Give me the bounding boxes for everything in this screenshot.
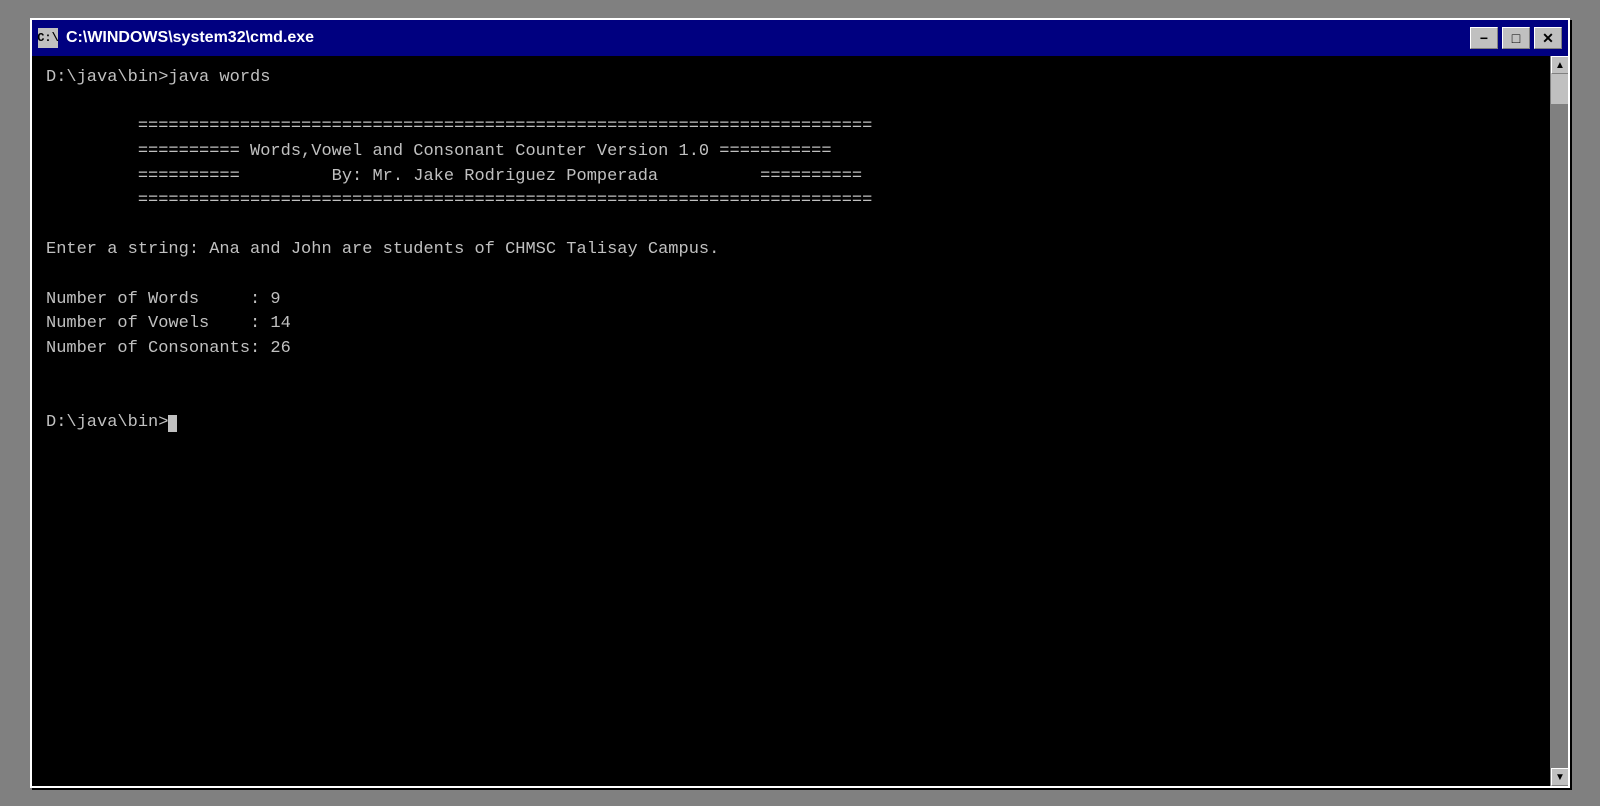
terminal-output[interactable]: D:\java\bin>java words =================… — [32, 56, 1550, 786]
terminal-words-line: Number of Words : 9 — [46, 290, 281, 309]
cmd-window: C:\ C:\WINDOWS\system32\cmd.exe − □ ✕ D:… — [30, 18, 1570, 788]
window-controls: − □ ✕ — [1470, 27, 1562, 49]
maximize-button[interactable]: □ — [1502, 27, 1530, 49]
scroll-down-button[interactable]: ▼ — [1551, 768, 1568, 786]
terminal-consonants-line: Number of Consonants: 26 — [46, 339, 291, 358]
terminal-line-1: D:\java\bin>java words — [46, 68, 270, 87]
scrollbar-thumb[interactable] — [1551, 74, 1568, 104]
title-bar: C:\ C:\WINDOWS\system32\cmd.exe − □ ✕ — [32, 20, 1568, 56]
terminal-prompt-line: D:\java\bin> — [46, 413, 168, 432]
terminal-header-2: ========== Words,Vowel and Consonant Cou… — [46, 142, 832, 161]
title-bar-left: C:\ C:\WINDOWS\system32\cmd.exe — [38, 28, 314, 48]
scrollbar-track[interactable] — [1551, 74, 1568, 768]
terminal-input-line: Enter a string: Ana and John are student… — [46, 240, 719, 259]
terminal-vowels-line: Number of Vowels : 14 — [46, 314, 291, 333]
close-button[interactable]: ✕ — [1534, 27, 1562, 49]
terminal-header-1: ========================================… — [46, 117, 872, 136]
terminal-cursor — [168, 415, 177, 432]
cmd-icon: C:\ — [38, 28, 58, 48]
terminal-header-3: ========== By: Mr. Jake Rodriguez Pomper… — [46, 167, 862, 186]
window-body: D:\java\bin>java words =================… — [32, 56, 1568, 786]
terminal-header-4: ========================================… — [46, 191, 872, 210]
window-title: C:\WINDOWS\system32\cmd.exe — [66, 29, 314, 47]
minimize-button[interactable]: − — [1470, 27, 1498, 49]
scroll-up-button[interactable]: ▲ — [1551, 56, 1568, 74]
scrollbar[interactable]: ▲ ▼ — [1550, 56, 1568, 786]
